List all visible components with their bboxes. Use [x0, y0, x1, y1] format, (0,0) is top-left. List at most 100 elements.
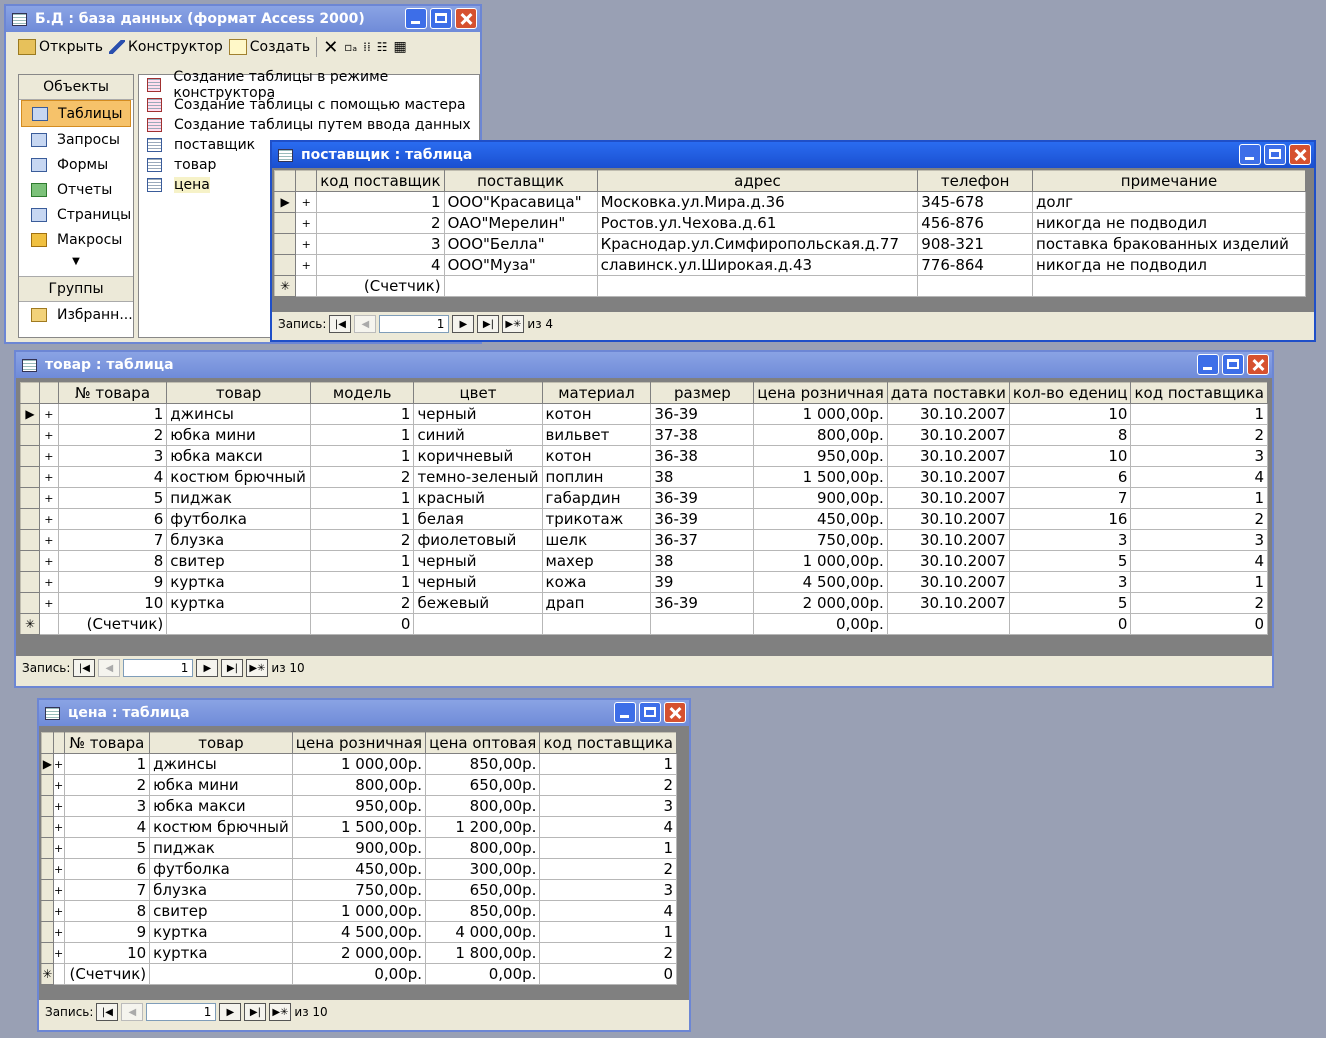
table-cell[interactable]: куртка	[166, 592, 311, 614]
record-selector[interactable]	[41, 774, 54, 796]
table-cell[interactable]: вильвет	[541, 424, 652, 446]
table-cell[interactable]: 2	[63, 774, 151, 796]
table-cell[interactable]: куртка	[149, 942, 293, 964]
current-record-icon[interactable]: ▶	[20, 403, 40, 425]
new-record-row[interactable]: ✳ (Счетчик)	[273, 275, 1306, 297]
table-cell[interactable]: 2	[539, 942, 677, 964]
table-cell[interactable]: 37-38	[650, 424, 755, 446]
table-cell[interactable]: 800,00р.	[425, 837, 541, 859]
prev-record-button[interactable]: ◀	[354, 315, 377, 333]
table-cell[interactable]: 800,00р.	[753, 424, 888, 446]
table-cell[interactable]: Московка.ул.Мира.д.36	[596, 191, 919, 213]
table-row[interactable]: +2 юбка мини 1 синий вильвет 37-38 800,00р. 30.…	[20, 424, 1268, 446]
table-cell[interactable]: 2	[309, 592, 415, 614]
table-cell[interactable]: Краснодар.ул.Симфиропольская.д.77	[596, 233, 919, 255]
table-cell[interactable]: 2	[539, 774, 677, 796]
column-header[interactable]: цена розничная	[753, 382, 888, 404]
table-cell[interactable]: (Счетчик)	[316, 275, 445, 297]
table-row[interactable]: ▶ +1 джинсы 1 000,00р. 850,00р. 1	[41, 753, 677, 775]
maximize-button[interactable]	[1264, 144, 1286, 165]
table-cell[interactable]: 30.10.2007	[886, 445, 1010, 467]
maximize-button[interactable]	[430, 8, 452, 29]
corner-selector[interactable]	[20, 382, 40, 404]
column-header[interactable]: размер	[650, 382, 755, 404]
table-cell[interactable]: 750,00р.	[291, 879, 427, 901]
new-record-row[interactable]: ✳ (Счетчик) 0,00р. 0,00р. 0	[41, 963, 677, 985]
table-row[interactable]: +8 свитер 1 черный махер 38 1 000,00р. 30.10.20…	[20, 550, 1268, 572]
object-reports[interactable]: Отчеты	[19, 177, 133, 202]
small-icons-icon[interactable]: ⁞⁞	[363, 40, 371, 54]
table-cell[interactable]: 4 500,00р.	[753, 571, 888, 593]
new-record-button[interactable]: ▶✳	[269, 1003, 292, 1021]
table-cell[interactable]: 0	[539, 963, 677, 985]
record-selector[interactable]	[20, 550, 40, 572]
table-row[interactable]: +4 ООО"Муза" славинск.ул.Широкая.д.43 776-8…	[273, 254, 1306, 276]
table-cell[interactable]: 3	[1008, 529, 1132, 551]
expand-plus-icon[interactable]: +	[52, 942, 65, 964]
price-titlebar[interactable]: цена : таблица	[39, 700, 689, 726]
table-cell[interactable]: 1	[309, 403, 415, 425]
table-cell[interactable]: 800,00р.	[425, 795, 541, 817]
table-row[interactable]: +3 ООО"Белла" Краснодар.ул.Симфиропольская…	[273, 233, 1306, 255]
column-header[interactable]: адрес	[596, 170, 919, 192]
table-cell[interactable]: 900,00р.	[753, 487, 888, 509]
groups-header[interactable]: Группы	[19, 276, 133, 302]
create-button[interactable]: Создать	[228, 39, 310, 55]
table-cell[interactable]	[443, 275, 598, 297]
table-cell[interactable]	[166, 613, 311, 635]
table-cell[interactable]: 36-39	[650, 508, 755, 530]
column-header[interactable]: кол-во едениц	[1008, 382, 1132, 404]
close-button[interactable]	[1289, 144, 1311, 165]
current-record-icon[interactable]: ▶	[41, 753, 54, 775]
record-selector[interactable]	[20, 445, 40, 467]
new-record-button[interactable]: ▶✳	[246, 659, 269, 677]
table-cell[interactable]: 1 000,00р.	[291, 900, 427, 922]
table-cell[interactable]: 0	[309, 613, 415, 635]
column-header[interactable]: товар	[166, 382, 311, 404]
expand-plus-icon[interactable]: +	[38, 487, 59, 509]
database-window-titlebar[interactable]: Б.Д : база данных (формат Access 2000)	[6, 6, 480, 32]
table-cell[interactable]: 4	[316, 254, 445, 276]
table-row[interactable]: +3 юбка макси 950,00р. 800,00р. 3	[41, 795, 677, 817]
maximize-button[interactable]	[1222, 354, 1244, 375]
minimize-button[interactable]	[1197, 354, 1219, 375]
table-cell[interactable]: 30.10.2007	[886, 466, 1010, 488]
table-cell[interactable]: пиджак	[166, 487, 311, 509]
table-cell[interactable]	[650, 613, 755, 635]
table-cell[interactable]: (Счетчик)	[57, 613, 168, 635]
minimize-button[interactable]	[1239, 144, 1261, 165]
table-cell[interactable]: ООО"Белла"	[443, 233, 598, 255]
delete-icon[interactable]: ✕	[323, 37, 338, 58]
table-cell[interactable]: 800,00р.	[291, 774, 427, 796]
table-cell[interactable]: 1	[309, 487, 415, 509]
expand-plus-icon[interactable]: +	[52, 900, 65, 922]
table-cell[interactable]: Ростов.ул.Чехова.д.61	[596, 212, 919, 234]
table-cell[interactable]: никогда не подводил	[1032, 212, 1306, 234]
record-number-input[interactable]: 1	[123, 659, 194, 677]
record-selector[interactable]	[41, 795, 54, 817]
record-selector[interactable]	[20, 487, 40, 509]
table-cell[interactable]: 776-864	[917, 254, 1034, 276]
record-selector[interactable]	[41, 879, 54, 901]
table-cell[interactable]: 1	[63, 753, 151, 775]
prev-record-button[interactable]: ◀	[121, 1003, 144, 1021]
table-cell[interactable]: шелк	[541, 529, 652, 551]
object-queries[interactable]: Запросы	[19, 127, 133, 152]
table-cell[interactable]: 3	[316, 233, 445, 255]
expand-plus-icon[interactable]: +	[295, 191, 318, 213]
table-cell[interactable]: куртка	[149, 921, 293, 943]
record-selector[interactable]	[41, 858, 54, 880]
table-cell[interactable]: 456-876	[917, 212, 1034, 234]
table-cell[interactable]: 1 500,00р.	[753, 466, 888, 488]
table-cell[interactable]: 2	[57, 424, 168, 446]
table-cell[interactable]: 1 000,00р.	[291, 753, 427, 775]
table-cell[interactable]: куртка	[166, 571, 311, 593]
table-cell[interactable]: футболка	[149, 858, 293, 880]
table-cell[interactable]: синий	[413, 424, 543, 446]
table-cell[interactable]: 38	[650, 550, 755, 572]
column-header[interactable]: телефон	[917, 170, 1034, 192]
table-cell[interactable]: кожа	[541, 571, 652, 593]
record-selector[interactable]	[273, 233, 297, 255]
table-cell[interactable]: 39	[650, 571, 755, 593]
table-cell[interactable]: 0,00р.	[753, 613, 888, 635]
